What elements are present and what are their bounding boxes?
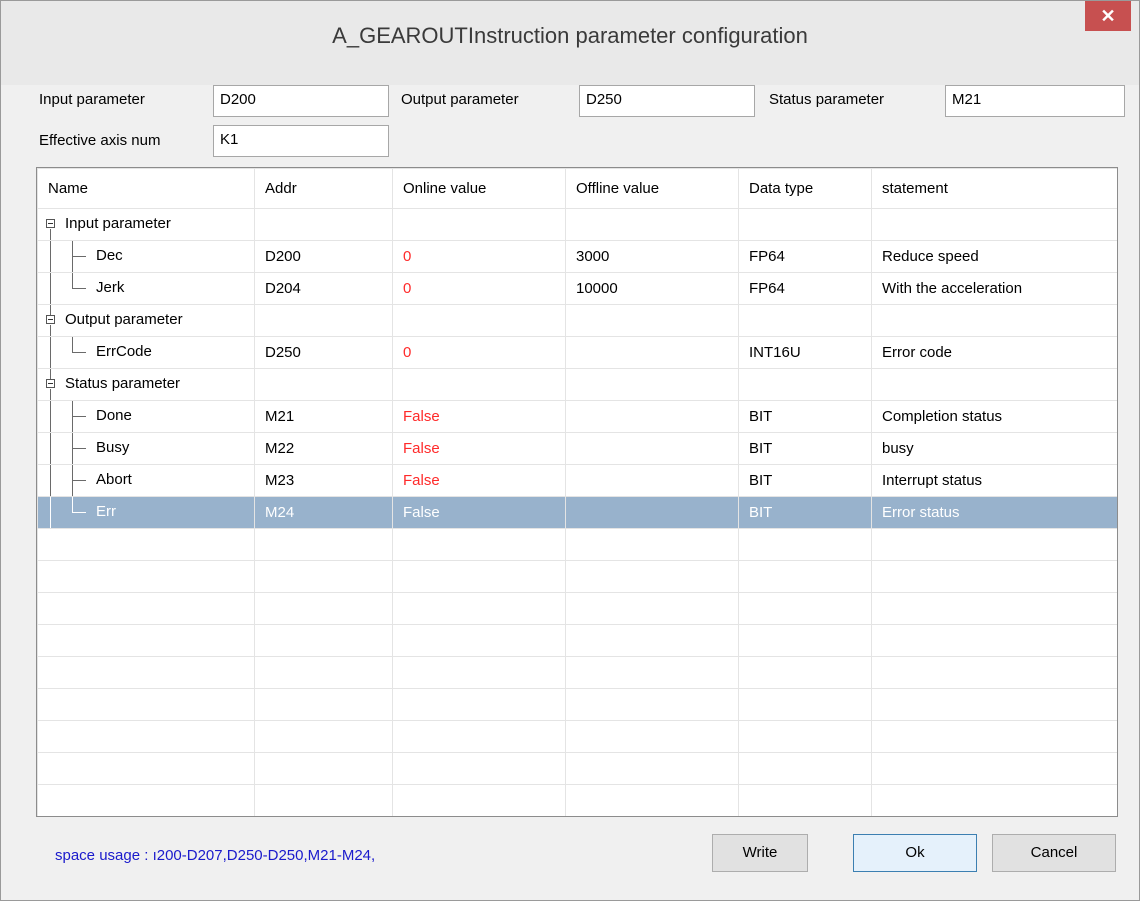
table-row[interactable]: Jerk D204 0 10000 FP64 With the accelera… bbox=[37, 272, 1117, 305]
param-online-value[interactable]: 0 bbox=[392, 240, 566, 273]
param-data-type: BIT bbox=[738, 464, 872, 497]
column-header-offline-value[interactable]: Offline value bbox=[565, 168, 739, 209]
param-online-value[interactable]: 0 bbox=[392, 272, 566, 305]
column-header-statement[interactable]: statement bbox=[871, 168, 1117, 209]
param-data-type: FP64 bbox=[738, 272, 872, 305]
group-label: Input parameter bbox=[65, 215, 171, 232]
ok-button[interactable]: Ok bbox=[853, 834, 977, 872]
param-name: Jerk bbox=[96, 279, 125, 296]
empty-row bbox=[37, 528, 1117, 561]
param-name: Abort bbox=[96, 471, 132, 488]
param-data-type: FP64 bbox=[738, 240, 872, 273]
group-row-status-parameter[interactable]: Status parameter bbox=[37, 368, 1117, 401]
param-statement: Interrupt status bbox=[871, 464, 1117, 497]
effective-axis-field[interactable]: K1 bbox=[213, 125, 389, 157]
group-label: Status parameter bbox=[65, 375, 181, 392]
group-row-output-parameter[interactable]: Output parameter bbox=[37, 304, 1117, 337]
collapse-toggle-icon[interactable] bbox=[46, 315, 55, 324]
table-row[interactable]: Abort M23 False BIT Interrupt status bbox=[37, 464, 1117, 497]
empty-row bbox=[37, 720, 1117, 753]
param-statement: Error status bbox=[871, 496, 1117, 529]
param-offline-value[interactable]: 3000 bbox=[565, 240, 739, 273]
grid-header-row: Name Addr Online value Offline value Dat… bbox=[37, 168, 1117, 209]
column-header-data-type[interactable]: Data type bbox=[738, 168, 872, 209]
empty-row bbox=[37, 752, 1117, 785]
param-statement: busy bbox=[871, 432, 1117, 465]
parameter-grid[interactable]: Name Addr Online value Offline value Dat… bbox=[36, 167, 1118, 817]
param-statement: Error code bbox=[871, 336, 1117, 369]
param-name: Busy bbox=[96, 439, 130, 456]
table-row-selected[interactable]: Err M24 False BIT Error status bbox=[37, 496, 1117, 529]
param-online-value[interactable]: 0 bbox=[392, 336, 566, 369]
param-statement: Reduce speed bbox=[871, 240, 1117, 273]
group-row-input-parameter[interactable]: Input parameter bbox=[37, 208, 1117, 241]
input-parameter-label: Input parameter bbox=[39, 91, 145, 108]
param-addr: M24 bbox=[254, 496, 393, 529]
param-offline-value[interactable] bbox=[565, 496, 739, 529]
group-label: Output parameter bbox=[65, 311, 183, 328]
param-addr: M22 bbox=[254, 432, 393, 465]
close-icon: ✕ bbox=[1100, 6, 1116, 26]
status-parameter-label: Status parameter bbox=[769, 91, 885, 108]
param-addr: D200 bbox=[254, 240, 393, 273]
param-addr: M23 bbox=[254, 464, 393, 497]
column-header-online-value[interactable]: Online value bbox=[392, 168, 566, 209]
column-header-addr[interactable]: Addr bbox=[254, 168, 393, 209]
param-online-value[interactable]: False bbox=[392, 496, 566, 529]
param-addr: M21 bbox=[254, 400, 393, 433]
param-name: Err bbox=[96, 503, 116, 520]
empty-row bbox=[37, 560, 1117, 593]
param-addr: D250 bbox=[254, 336, 393, 369]
input-parameter-field[interactable]: D200 bbox=[213, 85, 389, 117]
param-statement: Completion status bbox=[871, 400, 1117, 433]
empty-row bbox=[37, 592, 1117, 625]
collapse-toggle-icon[interactable] bbox=[46, 219, 55, 228]
output-parameter-label: Output parameter bbox=[401, 91, 519, 108]
effective-axis-label: Effective axis num bbox=[39, 132, 161, 149]
table-row[interactable]: ErrCode D250 0 INT16U Error code bbox=[37, 336, 1117, 369]
param-offline-value[interactable] bbox=[565, 464, 739, 497]
collapse-toggle-icon[interactable] bbox=[46, 379, 55, 388]
param-statement: With the acceleration bbox=[871, 272, 1117, 305]
param-online-value[interactable]: False bbox=[392, 464, 566, 497]
param-online-value[interactable]: False bbox=[392, 432, 566, 465]
param-name: ErrCode bbox=[96, 343, 152, 360]
close-button[interactable]: ✕ bbox=[1085, 1, 1131, 31]
window-title: A_GEAROUTInstruction parameter configura… bbox=[332, 23, 808, 48]
dialog-window: A_GEAROUTInstruction parameter configura… bbox=[0, 0, 1140, 901]
table-row[interactable]: Done M21 False BIT Completion status bbox=[37, 400, 1117, 433]
param-name: Done bbox=[96, 407, 132, 424]
param-name: Dec bbox=[96, 247, 123, 264]
param-addr: D204 bbox=[254, 272, 393, 305]
param-offline-value[interactable]: 10000 bbox=[565, 272, 739, 305]
title-bar: A_GEAROUTInstruction parameter configura… bbox=[1, 1, 1139, 85]
output-parameter-field[interactable]: D250 bbox=[579, 85, 755, 117]
write-button[interactable]: Write bbox=[712, 834, 808, 872]
param-data-type: BIT bbox=[738, 496, 872, 529]
param-online-value[interactable]: False bbox=[392, 400, 566, 433]
cancel-button[interactable]: Cancel bbox=[992, 834, 1116, 872]
empty-row bbox=[37, 784, 1117, 816]
param-data-type: BIT bbox=[738, 400, 872, 433]
param-data-type: BIT bbox=[738, 432, 872, 465]
empty-row bbox=[37, 624, 1117, 657]
param-data-type: INT16U bbox=[738, 336, 872, 369]
table-row[interactable]: Dec D200 0 3000 FP64 Reduce speed bbox=[37, 240, 1117, 273]
param-offline-value[interactable] bbox=[565, 336, 739, 369]
status-parameter-field[interactable]: M21 bbox=[945, 85, 1125, 117]
space-usage-text: space usage : ı200-D207,D250-D250,M21-M2… bbox=[55, 847, 376, 864]
table-row[interactable]: Busy M22 False BIT busy bbox=[37, 432, 1117, 465]
param-offline-value[interactable] bbox=[565, 432, 739, 465]
empty-row bbox=[37, 656, 1117, 689]
empty-row bbox=[37, 688, 1117, 721]
column-header-name[interactable]: Name bbox=[37, 168, 255, 209]
param-offline-value[interactable] bbox=[565, 400, 739, 433]
